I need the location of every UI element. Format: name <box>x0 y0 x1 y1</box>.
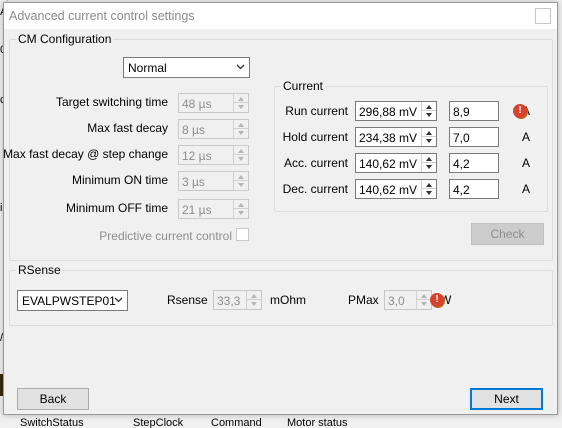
target-switching-time-label: Target switching time <box>55 95 168 109</box>
spin-down-button <box>234 181 248 190</box>
hold-current-unit: A <box>522 130 531 144</box>
minimum-off-time-value: 21 µs <box>182 203 212 217</box>
spin-down-button[interactable] <box>422 137 436 146</box>
max-fast-decay-step-label: Max fast decay @ step change <box>3 147 168 161</box>
dec-current-label: Dec. current <box>282 182 348 196</box>
max-fast-decay-step-input: 12 µs <box>178 145 249 165</box>
pmax-value: 3,0 <box>388 294 405 308</box>
rsense-legend: RSense <box>16 263 63 277</box>
max-fast-decay-label: Max fast decay <box>87 121 168 135</box>
predictive-current-checkbox <box>236 228 249 241</box>
error-glyph: ! <box>518 105 522 116</box>
dec-current-voltage-input[interactable]: 140,62 mV <box>355 179 437 199</box>
acc-current-label: Acc. current <box>283 156 348 170</box>
error-icon: ! <box>430 293 444 307</box>
max-fast-decay-step-value: 12 µs <box>182 149 212 163</box>
hold-current-voltage-value: 234,38 mV <box>359 131 418 145</box>
chevron-down-icon <box>114 297 123 303</box>
spin-up-button[interactable] <box>422 102 436 111</box>
target-switching-time-value: 48 µs <box>182 97 212 111</box>
run-current-amps-input[interactable]: 8,9 <box>449 101 499 121</box>
spin-up-button <box>417 291 431 300</box>
pmax-label: PMax <box>348 293 379 307</box>
acc-current-voltage-input[interactable]: 140,62 mV <box>355 153 437 173</box>
dec-current-voltage-value: 140,62 mV <box>359 183 418 197</box>
rsense-input: 33,3 <box>213 290 262 310</box>
spin-up-button[interactable] <box>422 180 436 189</box>
rsense-label: Rsense <box>167 293 208 307</box>
error-glyph: ! <box>435 294 439 305</box>
mode-select[interactable]: Normal <box>123 57 250 78</box>
spin-up-button[interactable] <box>422 154 436 163</box>
rsense-value: 33,3 <box>217 294 241 308</box>
bg-tab: SwitchStatus <box>20 417 84 428</box>
cm-configuration-legend: CM Configuration <box>16 32 114 46</box>
bg-tab: Motor status <box>287 417 348 428</box>
spin-down-button <box>234 209 248 218</box>
board-select[interactable]: EVALPWSTEP01 <box>17 290 128 311</box>
hold-current-label: Hold current <box>282 130 348 144</box>
dialog-title: Advanced current control settings <box>9 9 195 23</box>
spin-down-button <box>417 300 431 309</box>
board-select-value: EVALPWSTEP01 <box>22 294 116 308</box>
minimum-on-time-label: Minimum ON time <box>71 173 168 187</box>
bg-tab: StepClock <box>133 417 184 428</box>
spin-up-button <box>234 172 248 181</box>
background-tab-strip: SwitchStatus StepClock Command Motor sta… <box>0 414 562 428</box>
target-switching-time-input: 48 µs <box>178 93 249 113</box>
spin-up-button <box>234 146 248 155</box>
rsense-unit: mOhm <box>270 293 306 307</box>
spin-down-button[interactable] <box>422 189 436 198</box>
predictive-current-label: Predictive current control <box>99 229 232 243</box>
error-icon: ! <box>513 104 527 118</box>
acc-current-voltage-value: 140,62 mV <box>359 157 418 171</box>
spin-down-button <box>247 300 261 309</box>
current-legend: Current <box>281 79 326 93</box>
pmax-input: 3,0 <box>384 290 432 310</box>
run-current-voltage-input[interactable]: 296,88 mV <box>355 101 437 121</box>
mode-select-value: Normal <box>128 61 167 75</box>
chevron-down-icon <box>236 64 245 70</box>
spin-up-button <box>234 120 248 129</box>
run-current-label: Run current <box>285 104 348 118</box>
minimum-off-time-label: Minimum OFF time <box>66 201 168 215</box>
spin-down-button <box>234 103 248 112</box>
cm-configuration-group: CM Configuration Normal Target switching… <box>3 32 553 261</box>
spin-up-button <box>247 291 261 300</box>
spin-down-button[interactable] <box>422 111 436 120</box>
max-fast-decay-value: 8 µs <box>182 123 205 137</box>
advanced-current-dialog: Advanced current control settings CM Con… <box>3 2 558 415</box>
spin-up-button <box>234 94 248 103</box>
current-group: Current Run current 296,88 mV 8,9 A ! Ho… <box>274 79 548 212</box>
spin-down-button <box>234 155 248 164</box>
next-button[interactable]: Next <box>470 388 543 410</box>
hold-current-voltage-input[interactable]: 234,38 mV <box>355 127 437 147</box>
run-current-voltage-value: 296,88 mV <box>359 105 418 119</box>
minimum-on-time-value: 3 µs <box>182 175 205 189</box>
spin-down-button[interactable] <box>422 163 436 172</box>
rsense-group: RSense EVALPWSTEP01 Rsense 33,3 mOhm PMa… <box>9 263 553 326</box>
spin-down-button <box>234 129 248 138</box>
check-button: Check <box>471 223 544 245</box>
bg-tab: Command <box>211 417 262 428</box>
spin-up-button[interactable] <box>422 128 436 137</box>
close-button[interactable] <box>535 8 551 24</box>
acc-current-unit: A <box>522 156 531 170</box>
back-button[interactable]: Back <box>17 388 89 410</box>
title-bar: Advanced current control settings <box>4 3 557 29</box>
spin-up-button <box>234 200 248 209</box>
minimum-on-time-input: 3 µs <box>178 171 249 191</box>
acc-current-amps-input[interactable]: 4,2 <box>449 153 499 173</box>
dec-current-unit: A <box>522 182 531 196</box>
dec-current-amps-input[interactable]: 4,2 <box>449 179 499 199</box>
hold-current-amps-input[interactable]: 7,0 <box>449 127 499 147</box>
minimum-off-time-input: 21 µs <box>178 199 249 219</box>
max-fast-decay-input: 8 µs <box>178 119 249 139</box>
